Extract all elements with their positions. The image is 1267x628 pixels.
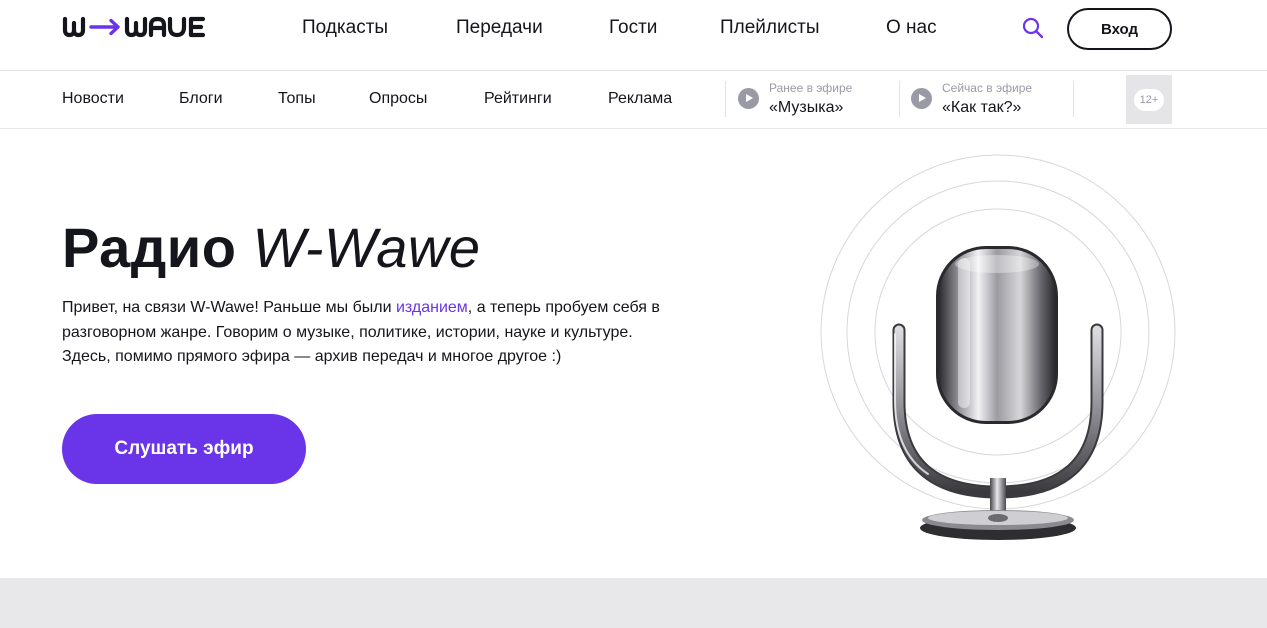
page-title-italic: W-Wawe [252,216,481,279]
subnav-ads[interactable]: Реклама [608,89,672,109]
page-title-bold: Радио [62,216,237,279]
play-icon [738,88,759,109]
nav-about[interactable]: О нас [886,17,937,39]
subnav-ratings[interactable]: Рейтинги [484,89,552,109]
login-button[interactable]: Вход [1067,8,1172,50]
subnav-tops[interactable]: Топы [278,89,316,109]
site-logo[interactable] [62,14,224,40]
bottom-section-band [0,578,1267,628]
subnav-blogs[interactable]: Блоги [179,89,223,109]
divider [725,81,726,117]
previously-on-air-caption: Ранее в эфире [769,81,853,95]
age-rating-badge: 12+ [1126,75,1172,124]
now-on-air-title: «Как так?» [942,99,1022,116]
microphone-icon [818,152,1178,542]
secondary-nav-bar: Новости Блоги Топы Опросы Рейтинги Рекла… [0,71,1267,129]
logo-icon [62,16,206,38]
now-on-air-caption: Сейчас в эфире [942,81,1033,95]
previously-on-air-title: «Музыка» [769,99,844,116]
nav-shows[interactable]: Передачи [456,17,543,39]
search-icon [1022,17,1044,39]
play-icon [911,88,932,109]
hero-text-start: Привет, на связи W-Wawe! Раньше мы были [62,299,396,316]
subnav-polls[interactable]: Опросы [369,89,427,109]
listen-live-button[interactable]: Слушать эфир [62,414,306,484]
hero-link-publication[interactable]: изданием [396,299,468,316]
top-header: Подкасты Передачи Гости Плейлисты О нас … [0,0,1267,71]
divider [899,81,900,117]
page-title: Радио W-Wawe [62,215,481,281]
nav-playlists[interactable]: Плейлисты [720,17,819,39]
nav-podcasts[interactable]: Подкасты [302,17,388,39]
hero-description: Привет, на связи W-Wawe! Раньше мы были … [62,296,682,370]
subnav-news[interactable]: Новости [62,89,124,109]
search-button[interactable] [1019,14,1047,42]
age-rating-label: 12+ [1134,88,1164,111]
nav-guests[interactable]: Гости [609,17,657,39]
divider [1073,81,1074,117]
